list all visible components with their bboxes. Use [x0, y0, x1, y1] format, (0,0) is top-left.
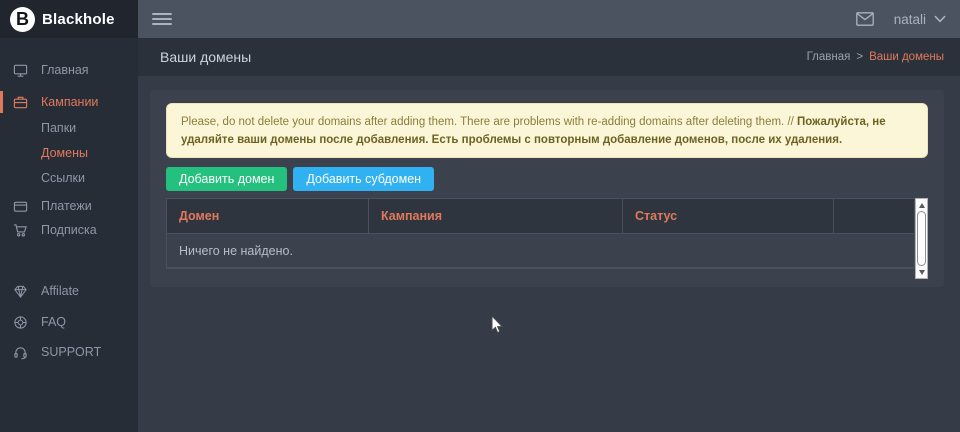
hamburger-menu-icon[interactable]: [152, 10, 172, 28]
sidebar-item-folders[interactable]: Папки: [0, 118, 138, 138]
sidebar-item-label: Affilate: [41, 284, 79, 298]
briefcase-icon: [12, 94, 28, 110]
empty-message: Ничего не найдено.: [179, 244, 293, 258]
wallet-icon: [12, 198, 28, 214]
add-subdomain-button[interactable]: Добавить субдомен: [293, 167, 434, 191]
table-scrollbar[interactable]: [915, 198, 928, 279]
sidebar-item-faq[interactable]: FAQ: [0, 311, 138, 333]
headset-icon: [12, 344, 28, 360]
page-header: Ваши домены Главная > Ваши домены: [138, 38, 960, 76]
lifering-icon: [12, 314, 28, 330]
brand-logo-icon: B: [10, 7, 35, 32]
diamond-icon: [12, 283, 28, 299]
scroll-down-arrow[interactable]: [916, 266, 927, 278]
page-title: Ваши домены: [160, 49, 251, 65]
sidebar-item-label: FAQ: [41, 315, 66, 329]
sidebar-item-label: Папки: [41, 121, 76, 135]
table-empty-row: Ничего не найдено.: [167, 234, 914, 268]
sidebar-item-support[interactable]: SUPPORT: [0, 341, 138, 363]
sidebar-item-label: SUPPORT: [41, 345, 101, 359]
actions-row: Добавить домен Добавить субдомен: [166, 167, 928, 191]
username: natali: [894, 12, 926, 27]
sidebar-item-label: Домены: [41, 146, 88, 160]
sidebar-item-label: Платежи: [41, 199, 92, 213]
sidebar-item-links[interactable]: Ссылки: [0, 168, 138, 188]
brand-logo[interactable]: B Blackhole: [0, 0, 138, 38]
sidebar: B Blackhole Главная Кампании Папки Домен…: [0, 0, 138, 432]
table-header-row: Домен Кампания Статус: [167, 199, 914, 234]
scrollbar-thumb[interactable]: [917, 211, 926, 266]
brand-name: Blackhole: [42, 11, 115, 28]
breadcrumb-home[interactable]: Главная: [807, 51, 851, 63]
table-header-status: Статус: [623, 199, 834, 233]
content-area: Please, do not delete your domains after…: [138, 76, 960, 432]
mail-icon[interactable]: [856, 12, 874, 26]
breadcrumb-separator: >: [856, 51, 863, 63]
breadcrumb: Главная > Ваши домены: [807, 51, 944, 63]
sidebar-item-subscription[interactable]: Подписка: [0, 219, 138, 241]
warning-text-en: Please, do not delete your domains after…: [181, 116, 797, 128]
breadcrumb-current: Ваши домены: [869, 51, 944, 63]
sidebar-item-label: Подписка: [41, 223, 97, 237]
table-header-domain: Домен: [167, 199, 369, 233]
user-menu[interactable]: natali: [894, 12, 946, 27]
cart-icon: [12, 222, 28, 238]
add-domain-button[interactable]: Добавить домен: [166, 167, 287, 191]
table-header-actions: [834, 199, 914, 233]
domains-card: Please, do not delete your domains after…: [150, 90, 944, 287]
sidebar-item-label: Кампании: [41, 95, 98, 109]
chevron-down-icon: [934, 15, 946, 23]
sidebar-item-campaigns[interactable]: Кампании: [0, 91, 138, 113]
sidebar-item-payments[interactable]: Платежи: [0, 195, 138, 217]
monitor-icon: [12, 62, 28, 78]
topbar: natali: [138, 0, 960, 38]
sidebar-item-domains[interactable]: Домены: [0, 143, 138, 163]
sidebar-item-label: Ссылки: [41, 171, 85, 185]
warning-alert: Please, do not delete your domains after…: [166, 103, 928, 158]
sidebar-item-home[interactable]: Главная: [0, 59, 138, 81]
sidebar-item-label: Главная: [41, 63, 89, 77]
domains-table: Домен Кампания Статус Ничего не найдено.: [166, 198, 928, 279]
table-header-campaign: Кампания: [369, 199, 623, 233]
scroll-up-arrow[interactable]: [916, 199, 927, 211]
sidebar-item-affiliate[interactable]: Affilate: [0, 280, 138, 302]
